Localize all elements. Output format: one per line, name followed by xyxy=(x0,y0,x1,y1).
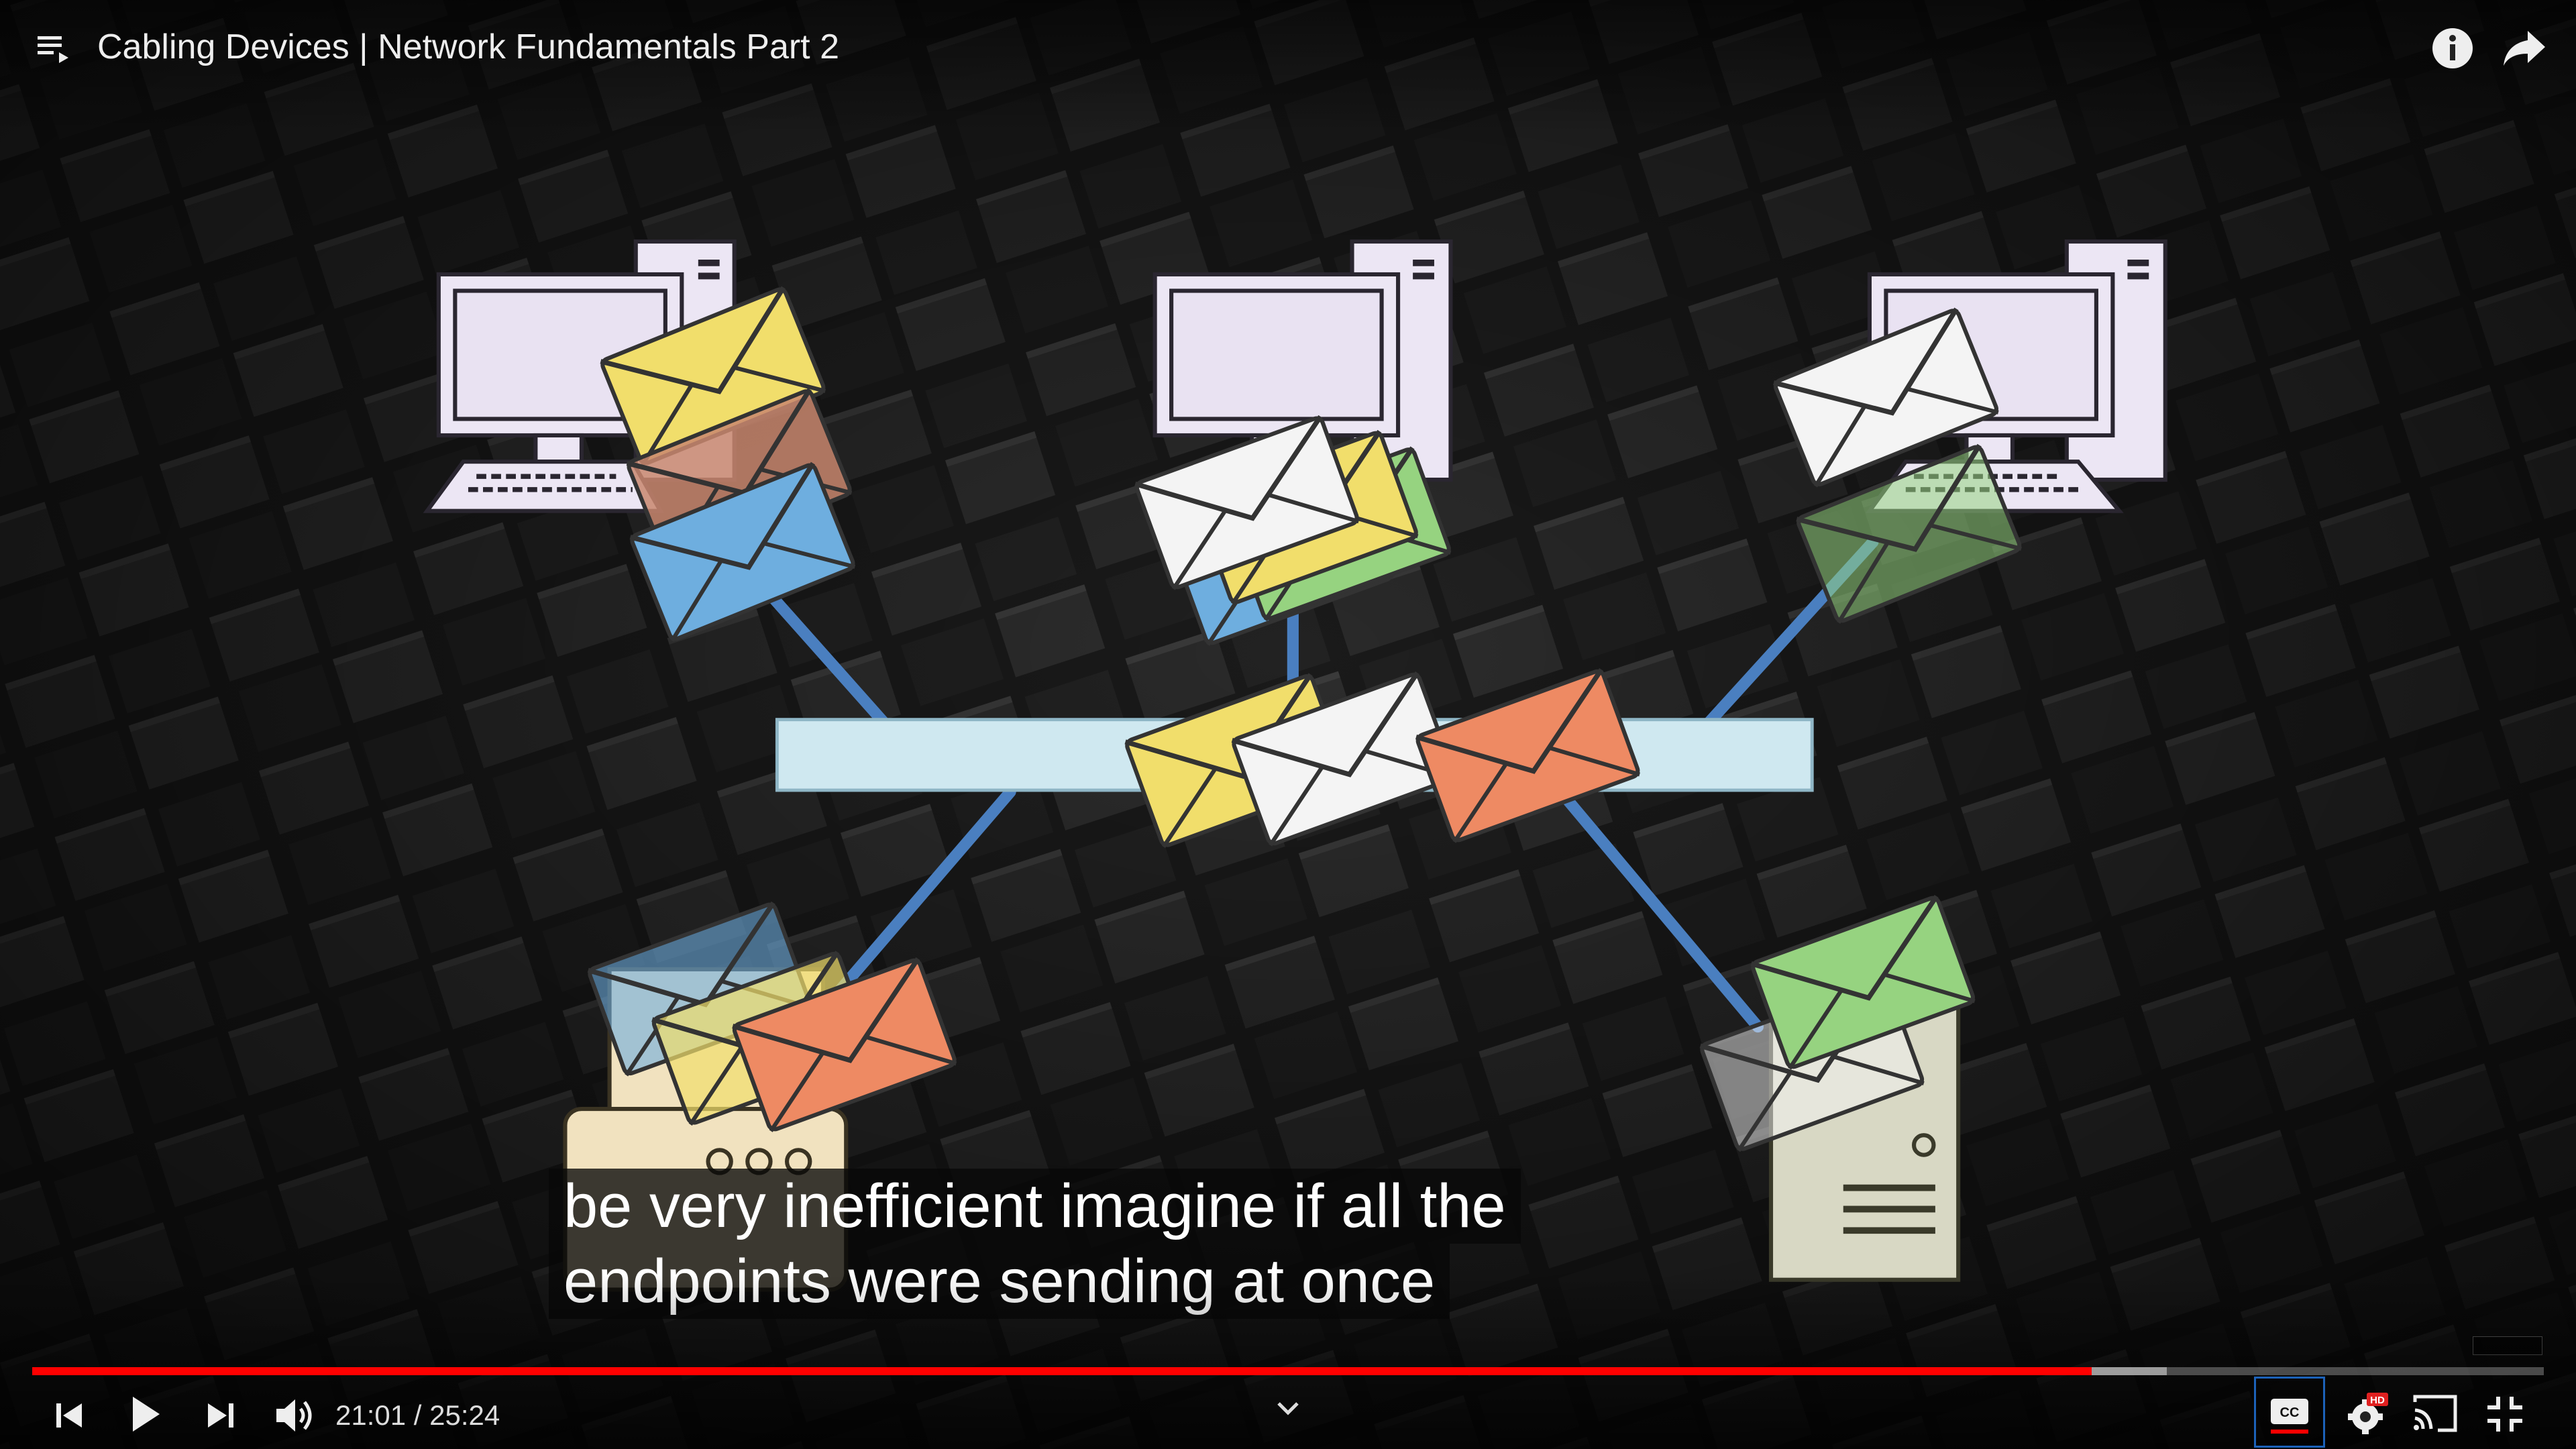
caption-line-1: be very inefficient imagine if all the xyxy=(549,1169,1521,1244)
progress-played xyxy=(32,1367,2092,1375)
playlist-icon[interactable] xyxy=(32,27,75,70)
info-icon[interactable] xyxy=(2430,25,2475,71)
video-player[interactable]: Cabling Devices | Network Fundamentals P… xyxy=(0,0,2576,1449)
skip-next-button[interactable] xyxy=(201,1397,239,1434)
svg-text:CC: CC xyxy=(2280,1405,2300,1420)
time-display: 21:01 / 25:24 xyxy=(335,1399,500,1431)
skip-previous-button[interactable] xyxy=(51,1397,89,1434)
envelope xyxy=(1416,669,1640,842)
progress-bar[interactable] xyxy=(32,1367,2544,1375)
exit-fullscreen-icon[interactable] xyxy=(2483,1393,2526,1436)
share-icon[interactable] xyxy=(2501,27,2548,70)
svg-text:HD: HD xyxy=(2370,1395,2385,1406)
captions-button[interactable]: CC xyxy=(2254,1377,2325,1448)
chevron-down-icon[interactable] xyxy=(1273,1398,1303,1418)
closed-captions-icon: CC xyxy=(2271,1399,2308,1434)
cast-icon[interactable] xyxy=(2411,1393,2459,1434)
volume-button[interactable] xyxy=(270,1390,321,1441)
video-title[interactable]: Cabling Devices | Network Fundamentals P… xyxy=(97,25,839,68)
play-button[interactable] xyxy=(125,1393,165,1436)
settings-gear-icon[interactable]: HD xyxy=(2344,1391,2391,1438)
